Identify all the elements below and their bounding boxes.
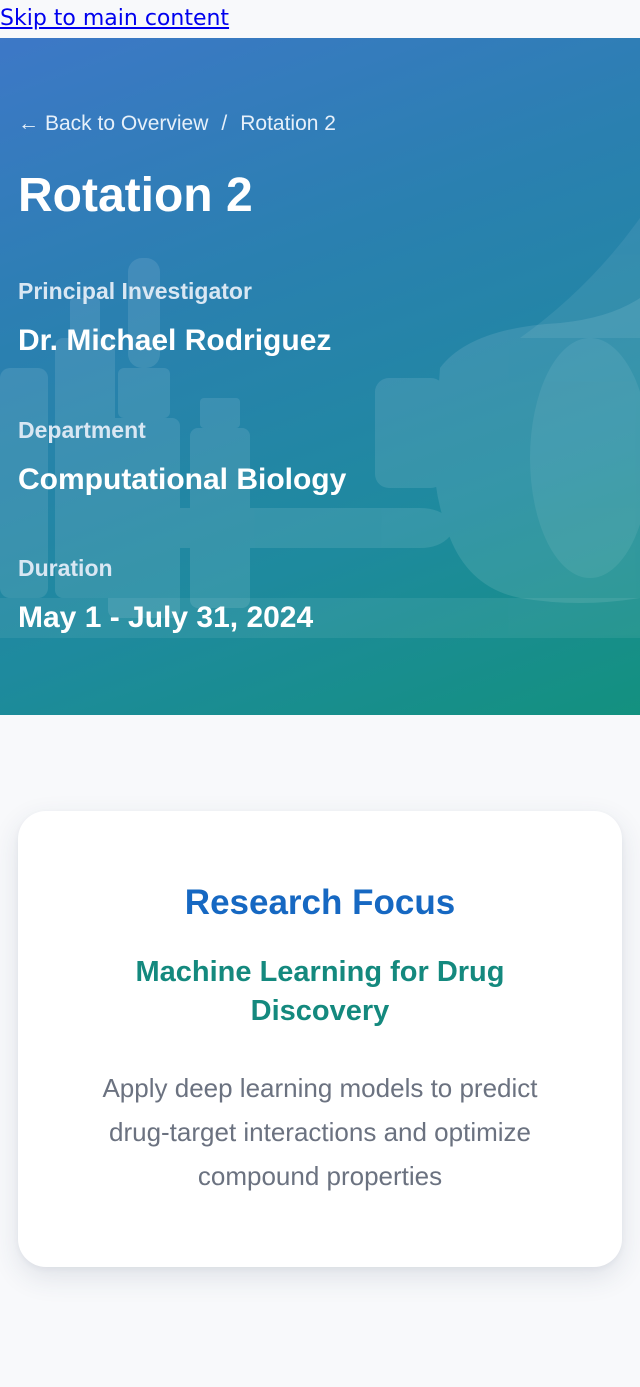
back-to-overview-link[interactable]: ← Back to Overview xyxy=(18,112,208,136)
research-focus-subheading: Machine Learning for Drug Discovery xyxy=(135,956,505,1027)
duration-value: May 1 - July 31, 2024 xyxy=(18,601,314,634)
duration-label: Duration xyxy=(18,555,113,581)
back-to-overview-label: Back to Overview xyxy=(45,112,209,135)
skip-to-main-link[interactable]: Skip to main content xyxy=(0,4,229,34)
breadcrumb: ← Back to Overview / Rotation 2 xyxy=(18,112,336,136)
department-value: Computational Biology xyxy=(18,463,347,496)
pi-label: Principal Investigator xyxy=(18,278,252,304)
hero-banner: ← Back to Overview / Rotation 2 Rotation… xyxy=(0,38,640,715)
research-focus-description: Apply deep learning models to predict dr… xyxy=(102,1073,538,1191)
breadcrumb-current: Rotation 2 xyxy=(240,112,336,135)
department-label: Department xyxy=(18,417,146,443)
page-title: Rotation 2 xyxy=(18,169,253,222)
research-focus-card: Research Focus Machine Learning for Drug… xyxy=(18,811,622,1267)
research-focus-heading: Research Focus xyxy=(184,883,456,922)
breadcrumb-separator: / xyxy=(221,112,228,135)
arrow-left-icon: ← xyxy=(18,112,39,135)
pi-value: Dr. Michael Rodriguez xyxy=(18,324,332,357)
